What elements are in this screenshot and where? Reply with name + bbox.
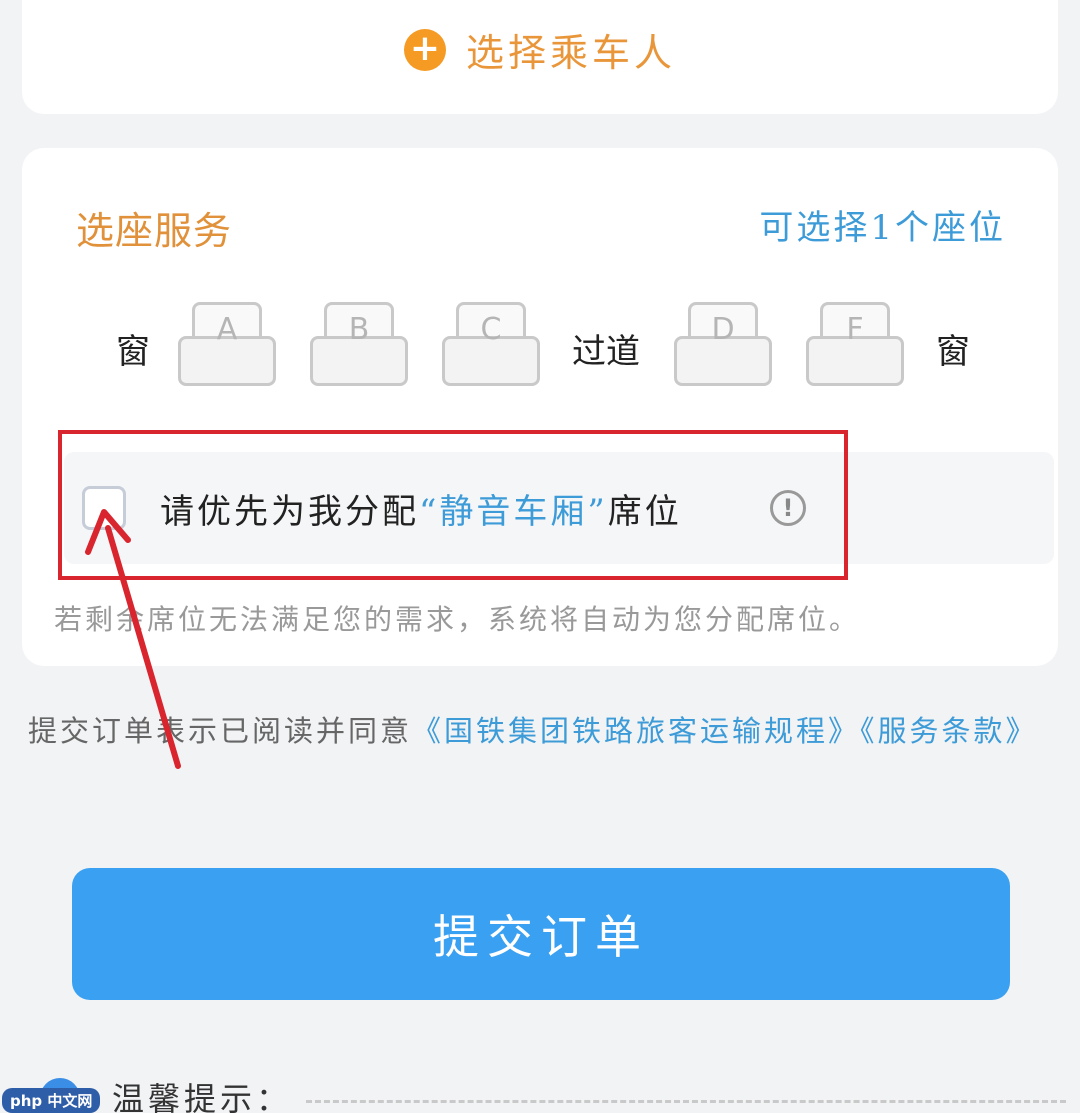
window-label-right: 窗: [936, 332, 970, 372]
terms-link[interactable]: 《服务条款》: [860, 714, 1038, 748]
window-label-left: 窗: [116, 332, 150, 372]
seat-d[interactable]: D: [674, 302, 772, 388]
seat-service-card: 选座服务 可选择1个座位 窗 A B C 过道 D F 窗 请优先为我分配“静音…: [22, 148, 1058, 666]
agreement-text: 提交订单表示已阅读并同意《国铁集团铁路旅客运输规程》《服务条款》: [28, 700, 1058, 762]
seat-letter: A: [216, 312, 238, 347]
seat-a[interactable]: A: [178, 302, 276, 388]
agreement-prefix: 提交订单表示已阅读并同意: [28, 714, 413, 748]
tips-divider: [306, 1100, 1066, 1103]
seat-assignment-note: 若剩余席位无法满足您的需求，系统将自动为您分配席位。: [54, 603, 861, 636]
plus-icon: +: [403, 28, 446, 71]
seat-b[interactable]: B: [310, 302, 408, 388]
submit-order-button[interactable]: 提交订单: [72, 868, 1010, 1000]
tips-section: 温馨提示：: [40, 1072, 1080, 1113]
watermark-logo: php 中文网: [2, 1088, 101, 1113]
add-passenger-button[interactable]: + 选择乘车人: [22, 22, 1058, 77]
seat-letter: D: [711, 312, 735, 347]
seat-service-title: 选座服务: [76, 209, 233, 253]
annotation-highlight-box: [58, 430, 848, 580]
seat-letter: C: [480, 312, 502, 347]
seat-row: 窗 A B C 过道 D F 窗: [22, 296, 1058, 396]
tips-label: 温馨提示：: [112, 1080, 293, 1113]
seat-c[interactable]: C: [442, 302, 540, 388]
seat-f[interactable]: F: [806, 302, 904, 388]
rules-link[interactable]: 《国铁集团铁路旅客运输规程》: [412, 714, 860, 748]
passenger-card: + 选择乘车人: [22, 0, 1058, 114]
add-passenger-label: 选择乘车人: [465, 31, 676, 75]
seat-available-count: 可选择1个座位: [759, 208, 1006, 248]
seat-letter: F: [846, 312, 864, 347]
aisle-label: 过道: [572, 332, 640, 372]
seat-letter: B: [348, 312, 370, 347]
